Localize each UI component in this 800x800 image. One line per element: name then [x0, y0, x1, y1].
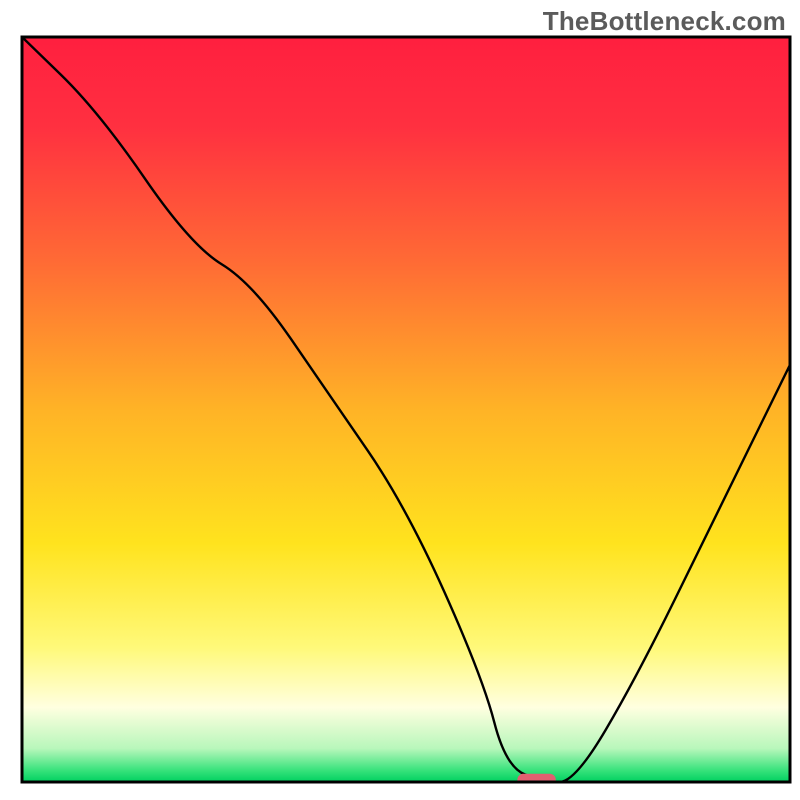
chart-container: TheBottleneck.com	[0, 0, 800, 800]
plot-area	[22, 37, 790, 790]
plot-background	[22, 37, 790, 782]
watermark-text: TheBottleneck.com	[543, 6, 786, 37]
chart-svg	[0, 0, 800, 800]
